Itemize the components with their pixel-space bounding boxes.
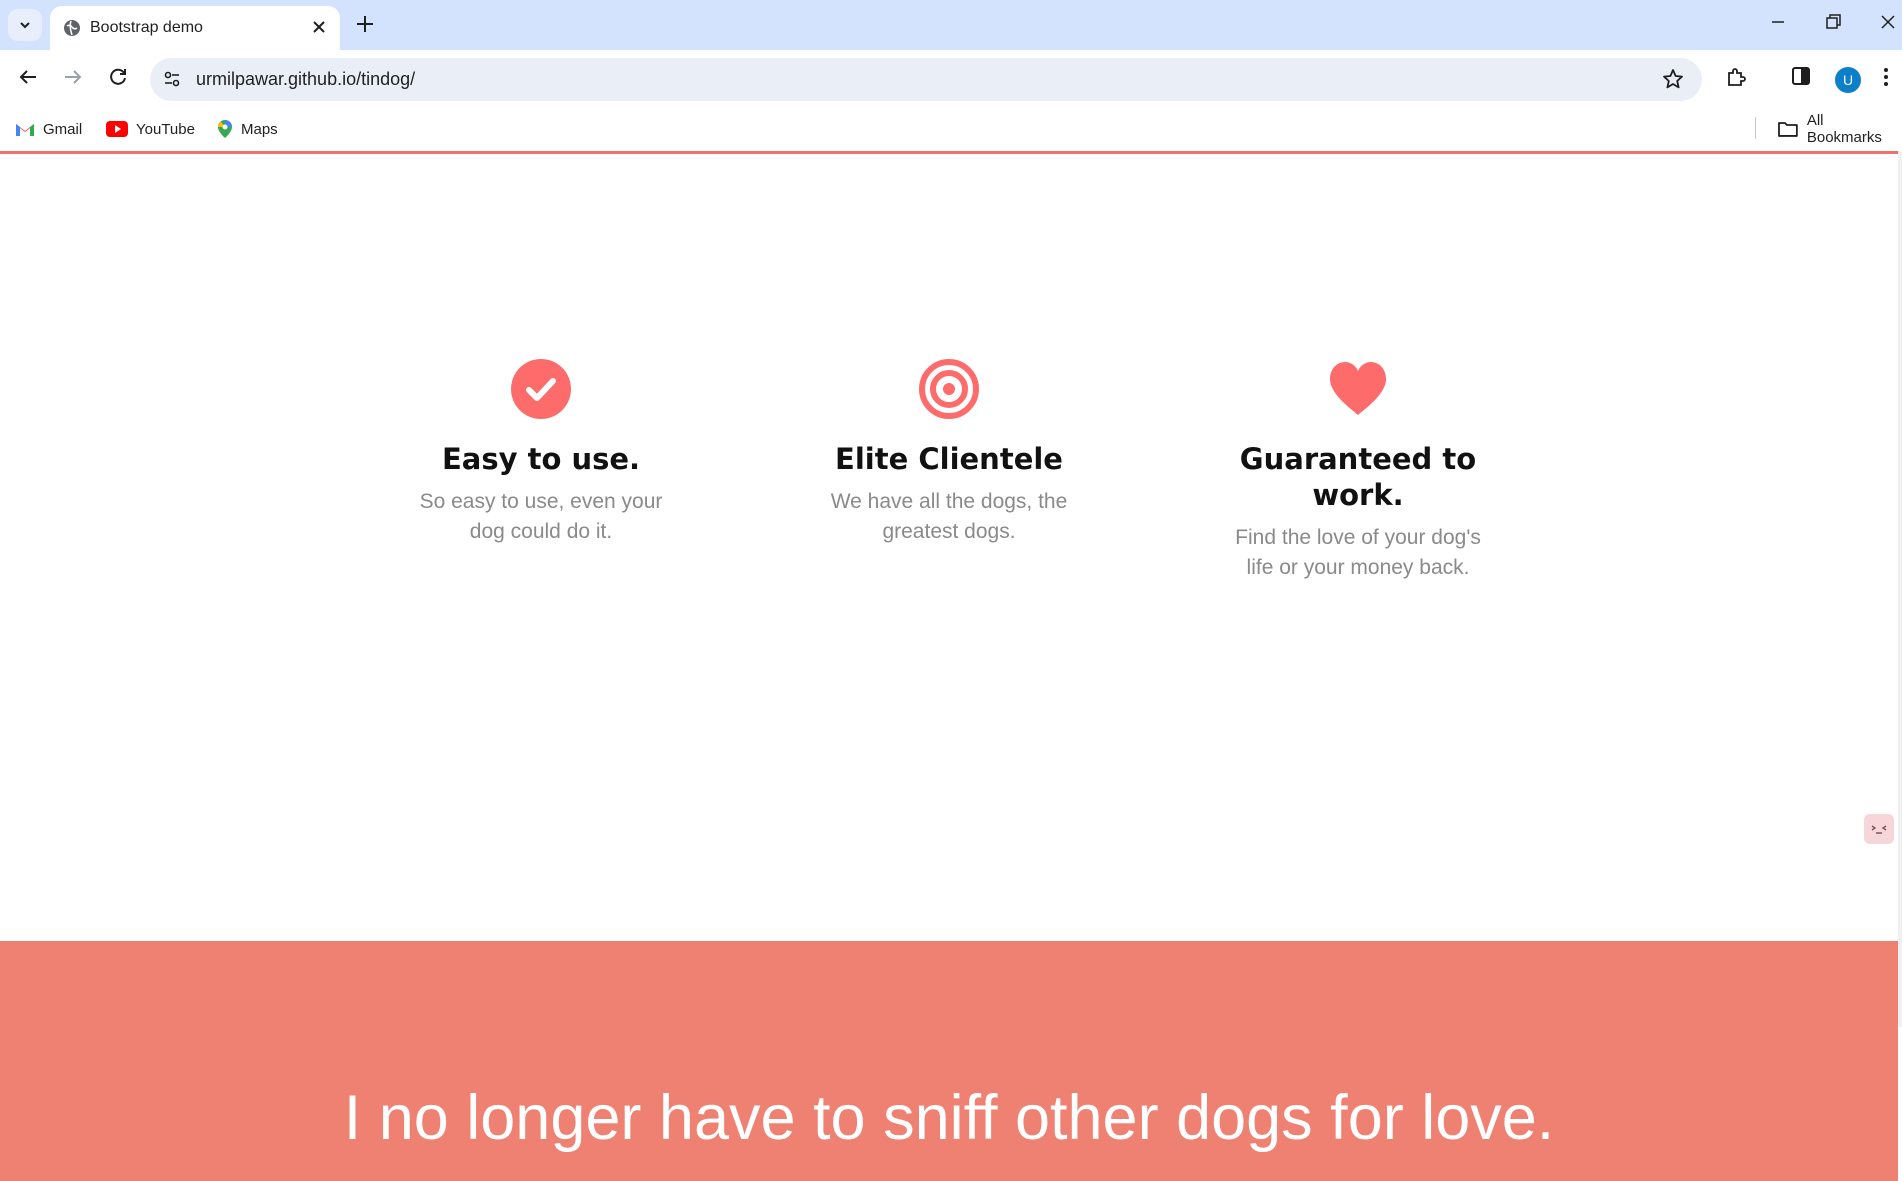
menu-dots-icon[interactable]: [1882, 65, 1890, 89]
gmail-icon: [16, 124, 34, 136]
all-bookmarks-label: All Bookmarks: [1806, 112, 1882, 146]
window-close-icon[interactable]: [1878, 12, 1898, 32]
chevron-down-icon: [20, 22, 30, 29]
bookmark-maps[interactable]: Maps: [217, 118, 278, 140]
check-circle-icon: [511, 359, 571, 419]
face-icon: [1871, 825, 1887, 834]
feature-description-line: Find the love of your dog's: [1235, 526, 1481, 549]
feature-description: So easy to use, even your dog could do i…: [371, 487, 711, 547]
bookmark-youtube[interactable]: YouTube: [106, 118, 195, 140]
browser-toolbar: urmilpawar.github.io/tindog/ U: [0, 50, 1902, 109]
testimonial-quote: I no longer have to sniff other dogs for…: [343, 1083, 1555, 1153]
reload-icon[interactable]: [106, 65, 130, 89]
feature-title: Guaranteed to work.: [1188, 441, 1528, 513]
forward-icon[interactable]: [61, 65, 85, 89]
maps-icon: [218, 120, 232, 138]
feature-description-line: So easy to use, even your: [419, 490, 663, 513]
extensions-icon[interactable]: [1724, 65, 1748, 89]
tab-strip: Bootstrap demo: [0, 0, 1902, 50]
active-tab[interactable]: Bootstrap demo: [50, 6, 340, 50]
bookmark-star-icon[interactable]: [1662, 68, 1684, 90]
page-content: Easy to use. So easy to use, even your d…: [0, 154, 1898, 1181]
testimonial-section: I no longer have to sniff other dogs for…: [0, 941, 1898, 1181]
side-widget-button[interactable]: [1864, 814, 1894, 844]
profile-avatar[interactable]: U: [1835, 67, 1861, 93]
bookmark-gmail[interactable]: Gmail: [15, 118, 82, 140]
scrollbar[interactable]: [1898, 151, 1902, 1027]
tab-search-button[interactable]: [8, 9, 42, 41]
new-tab-icon[interactable]: [354, 13, 376, 35]
folder-icon: [1778, 122, 1798, 137]
restore-icon[interactable]: [1823, 12, 1843, 32]
feature-description: Find the love of your dog's life or your…: [1188, 523, 1528, 583]
feature-description-line: We have all the dogs, the: [830, 490, 1068, 513]
feature-title-line: work.: [1312, 478, 1404, 512]
back-icon[interactable]: [16, 65, 40, 89]
site-info-icon[interactable]: [162, 69, 182, 89]
feature-description-line: life or your money back.: [1246, 556, 1470, 579]
bookmarks-divider: [1755, 117, 1756, 139]
all-bookmarks-button[interactable]: All Bookmarks: [1777, 112, 1902, 146]
feature-title-line: Guaranteed to: [1239, 442, 1477, 476]
bookmark-label: Gmail: [43, 120, 83, 138]
feature-title: Easy to use.: [441, 442, 641, 476]
side-panel-icon[interactable]: [1790, 65, 1812, 87]
tab-title: Bootstrap demo: [90, 19, 203, 36]
heart-icon: [1330, 362, 1386, 415]
minimize-icon[interactable]: [1768, 12, 1788, 32]
bullseye-icon: [919, 359, 979, 419]
globe-icon: [64, 20, 80, 36]
bookmark-label: Maps: [241, 120, 278, 138]
address-bar[interactable]: urmilpawar.github.io/tindog/: [150, 58, 1702, 101]
url-text: urmilpawar.github.io/tindog/: [196, 69, 416, 89]
bookmarks-bar: Gmail YouTube Maps All Bookmarks: [0, 109, 1902, 151]
close-icon[interactable]: [310, 18, 328, 36]
feature-description: We have all the dogs, the greatest dogs.: [779, 487, 1119, 547]
bookmark-label: YouTube: [136, 120, 195, 138]
feature-title: Elite Clientele: [835, 442, 1063, 476]
youtube-icon: [106, 121, 128, 137]
feature-description-line: greatest dogs.: [882, 520, 1016, 543]
feature-description-line: dog could do it.: [469, 520, 613, 543]
